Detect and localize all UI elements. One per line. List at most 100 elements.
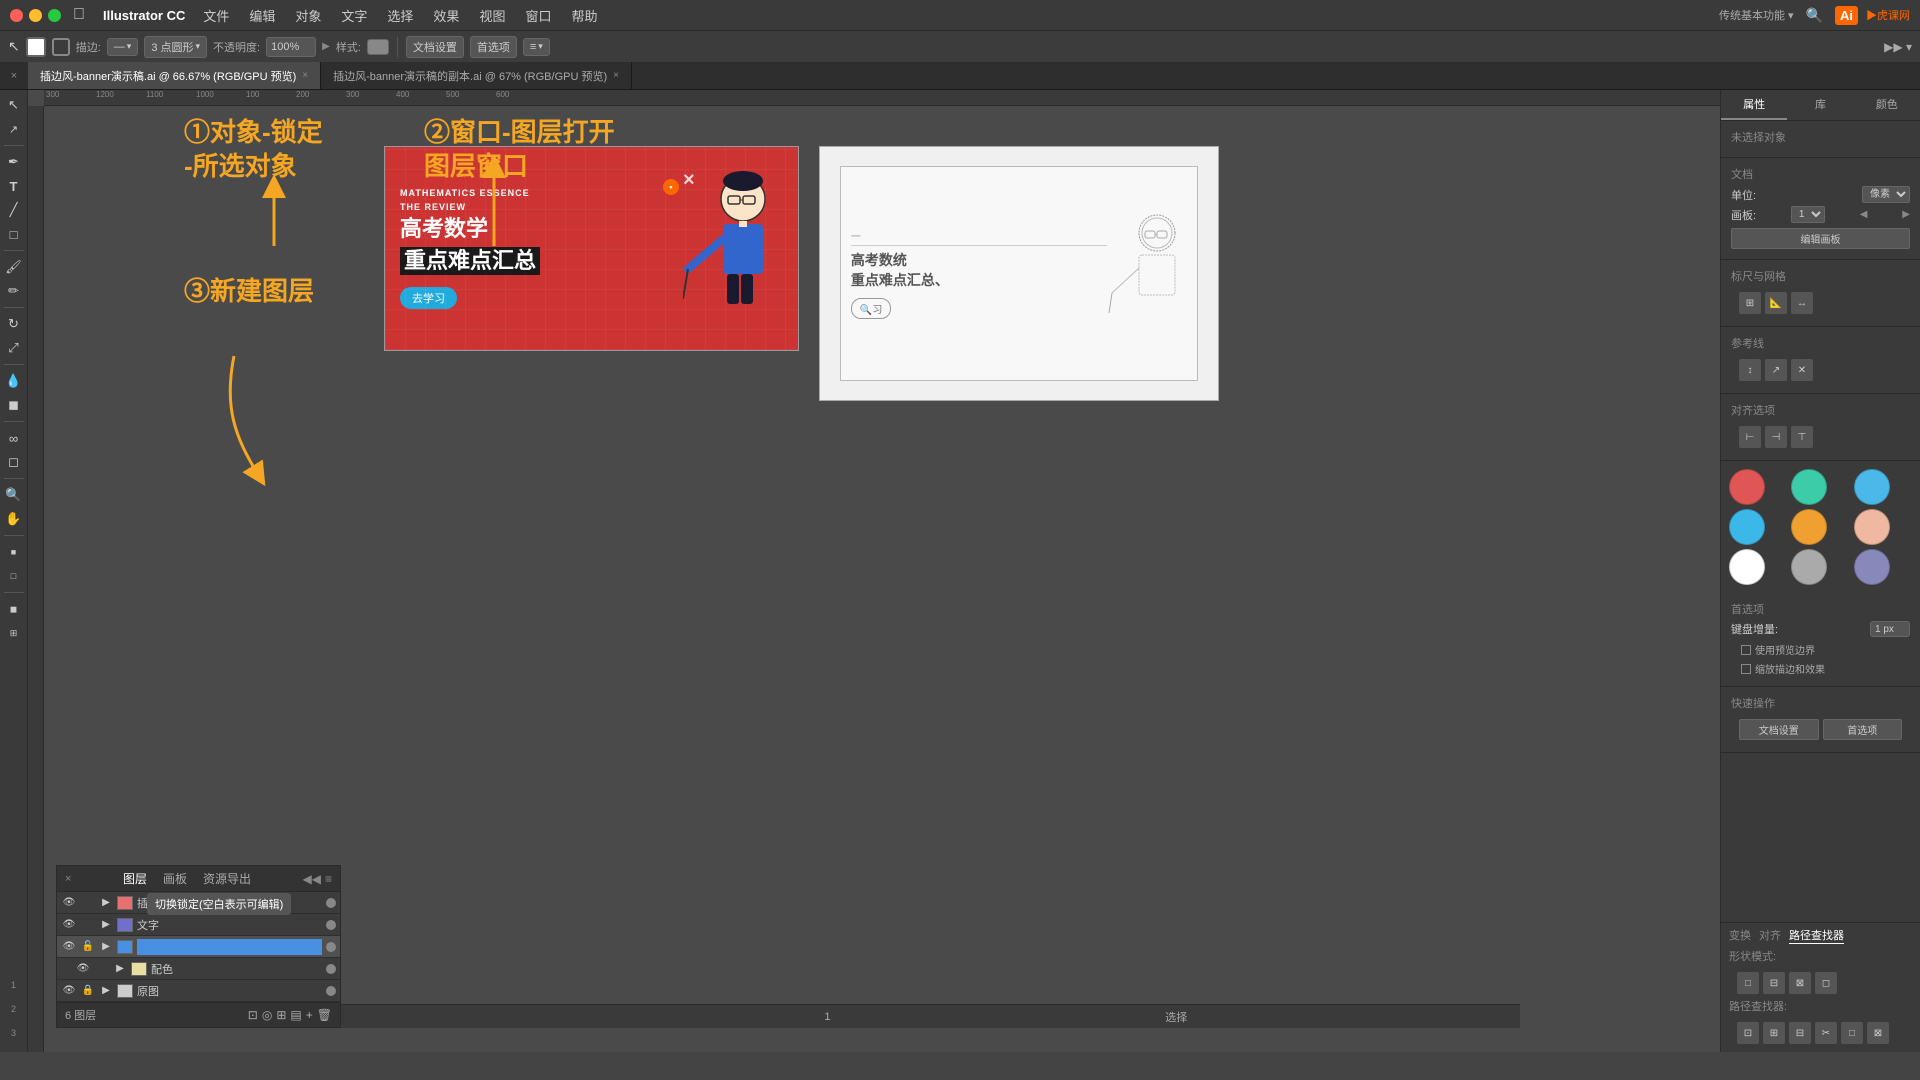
zoom-tool[interactable]: 🔍 [3,484,25,506]
trim-icon[interactable]: ⊞ [1763,1022,1785,1044]
type-tool[interactable]: T [3,175,25,197]
transform-tab[interactable]: 变换 [1729,927,1751,944]
swatch-purple-gray[interactable] [1854,549,1890,585]
layer-expand-icon-1[interactable]: ▶ [99,897,113,908]
tools-more[interactable]: 2 [3,998,25,1020]
artboard-nav[interactable]: 1 [3,974,25,996]
key-increment-input[interactable] [1870,621,1910,637]
menu-item-text[interactable]: 文字 [333,4,375,27]
tab-2-close[interactable]: × [613,70,619,81]
layer-visibility-icon-3[interactable]: 👁 [61,939,77,955]
layer-lock-icon-4[interactable] [95,962,109,976]
opacity-input[interactable] [266,37,316,57]
doc-settings-btn[interactable]: 文档设置 [406,36,464,58]
edit-artboard-btn[interactable]: 编辑画板 [1731,228,1910,249]
delete-layer-btn[interactable]: 🗑 [317,1008,332,1022]
pen-tool[interactable]: ✒ [3,151,25,173]
panel-menu-icon[interactable]: ≡ [325,872,332,886]
layer-expand-icon-5[interactable]: ▶ [99,985,113,996]
show-grid-icon[interactable]: ⊞ [1739,292,1761,314]
make-clipping-mask-btn[interactable]: ⊡ [248,1008,258,1022]
menu-item-effects[interactable]: 效果 [425,4,467,27]
minimize-button[interactable] [29,9,42,22]
menu-item-object[interactable]: 对象 [287,4,329,27]
release-guides-icon[interactable]: ↗ [1765,359,1787,381]
snap-checkbox[interactable] [1741,645,1751,655]
stroke-color-btn[interactable] [52,38,70,56]
divide-icon[interactable]: ⊡ [1737,1022,1759,1044]
layer-name-5[interactable]: 原图 [137,983,322,999]
swatch-peach[interactable] [1854,509,1890,545]
shape-tool[interactable]: □ [3,223,25,245]
align-right-icon[interactable]: ⊤ [1791,426,1813,448]
stroke-weight-selector[interactable]: 3 点圆形 ▾ [144,36,207,58]
menu-item-window[interactable]: 窗口 [517,4,559,27]
draw-mode-icon[interactable]: ⊞ [3,622,25,644]
layer-name-2[interactable]: 文字 [137,917,322,933]
search-icon[interactable]: 🔍 [1806,7,1823,24]
swatch-orange[interactable] [1791,509,1827,545]
align-tab[interactable]: 对齐 [1759,927,1781,944]
rotate-tool[interactable]: ↻ [3,313,25,335]
menu-item-edit[interactable]: 编辑 [241,4,283,27]
layer-name-4[interactable]: 配色 [151,961,322,977]
layer-lock-icon-3[interactable]: 🔓 [81,940,95,954]
tab-1[interactable]: 插边风-banner演示稿.ai @ 66.67% (RGB/GPU 预览) × [28,62,321,89]
artboard-select[interactable]: 1 2 [1791,206,1825,223]
preferences-btn-toolbar[interactable]: 首选项 [470,36,517,58]
minus-front-icon[interactable]: ⊟ [1763,972,1785,994]
layers-panel[interactable]: × 图层 画板 资源导出 ◀◀ ≡ 👁 ▶ [56,865,341,1028]
layer-row-2[interactable]: 👁 ▶ 文字 [57,914,340,936]
swatch-teal[interactable] [1791,469,1827,505]
minus-back-icon[interactable]: ⊠ [1867,1022,1889,1044]
blend-tool[interactable]: ∞ [3,427,25,449]
arrange-btn[interactable]: ≡▾ [523,38,550,56]
style-selector[interactable] [367,39,389,55]
unite-icon[interactable]: □ [1737,972,1759,994]
menu-item-select[interactable]: 选择 [379,4,421,27]
eraser-tool[interactable]: ◻ [3,451,25,473]
selection-tool-icon[interactable]: ↖ [8,38,20,55]
fill-icon[interactable]: ■ [3,541,25,563]
menu-item-file[interactable]: 文件 [195,4,237,27]
artboards-tab[interactable]: 画板 [159,870,191,887]
layer-visibility-icon-4[interactable]: 👁 [75,961,91,977]
quick-doc-settings-btn[interactable]: 文档设置 [1739,719,1819,740]
layer-lock-icon-1[interactable] [81,896,95,910]
stroke-icon[interactable]: □ [3,565,25,587]
libraries-tab[interactable]: 库 [1787,90,1853,120]
sketch-artboard[interactable]: 一 高考数统重点难点汇总、 🔍习 [819,146,1219,401]
menu-item-help[interactable]: 帮助 [563,4,605,27]
workspace-selector[interactable]: 传统基本功能 ▾ [1719,7,1794,23]
eyedropper-tool[interactable]: 💧 [3,370,25,392]
layer-name-input-3[interactable] [137,939,322,955]
swatch-gray[interactable] [1791,549,1827,585]
new-sublayer-btn[interactable]: ▤ [290,1008,301,1022]
align-center-icon[interactable]: ⊣ [1765,426,1787,448]
layer-row-3[interactable]: 👁 🔓 ▶ [57,936,340,958]
panel-btn-3[interactable]: 3 [3,1022,25,1044]
close-button[interactable] [10,9,23,22]
fill-color-btn[interactable] [26,37,46,57]
layer-expand-icon-3[interactable]: ▶ [99,941,113,952]
intersect-icon[interactable]: ⊠ [1789,972,1811,994]
crop-icon[interactable]: ✂ [1815,1022,1837,1044]
artboard-nav-prev[interactable]: ◀ [1860,209,1868,220]
stroke-selector[interactable]: — ▾ [107,38,139,56]
show-rulers-icon[interactable]: 📐 [1765,292,1787,314]
outline-icon[interactable]: □ [1841,1022,1863,1044]
unit-select[interactable]: 像素 毫米 [1862,186,1910,203]
direct-selection-tool[interactable]: ↗ [3,118,25,140]
asset-export-tab[interactable]: 资源导出 [199,870,255,887]
layer-expand-icon-4[interactable]: ▶ [113,963,127,974]
selection-tool[interactable]: ↖ [3,94,25,116]
layers-panel-close-icon[interactable]: × [65,873,71,885]
swatch-red[interactable] [1729,469,1765,505]
locate-object-btn[interactable]: ◎ [262,1008,272,1022]
canvas-area[interactable]: 300 1200 1100 1000 100 200 300 400 500 6… [28,90,1720,1052]
make-guides-icon[interactable]: ↕ [1739,359,1761,381]
tab-2[interactable]: 插边风-banner演示稿的副本.ai @ 67% (RGB/GPU 预览) × [321,62,632,89]
collect-into-layer-btn[interactable]: ⊞ [276,1008,286,1022]
properties-tab[interactable]: 属性 [1721,90,1787,120]
hand-tool[interactable]: ✋ [3,508,25,530]
